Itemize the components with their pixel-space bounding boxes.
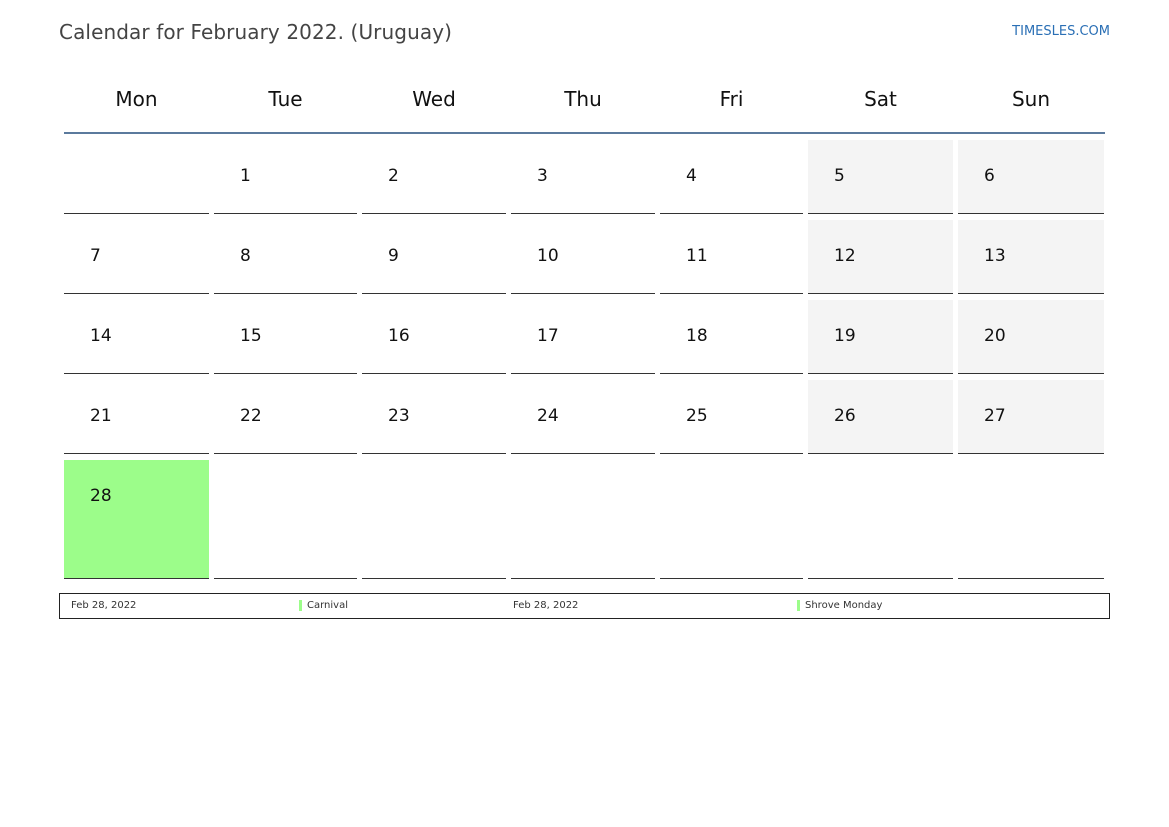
day-number: 5 xyxy=(834,166,845,186)
day-cell[interactable]: 18 xyxy=(660,300,803,374)
holiday-name: Carnival xyxy=(307,600,348,611)
day-cell[interactable]: 24 xyxy=(511,380,655,454)
day-cell-weekend[interactable]: 13 xyxy=(958,220,1104,294)
day-cell[interactable]: 23 xyxy=(362,380,506,454)
day-number: 18 xyxy=(686,326,708,346)
day-cell[interactable]: 15 xyxy=(214,300,357,374)
day-number: 4 xyxy=(686,166,697,186)
day-cell-weekend[interactable]: 5 xyxy=(808,140,953,214)
day-number: 7 xyxy=(90,246,101,266)
day-cell-empty xyxy=(362,460,506,579)
week-row: 14 15 16 17 18 19 20 xyxy=(64,300,1105,374)
day-number: 27 xyxy=(984,406,1006,426)
weekday-mon: Mon xyxy=(115,87,158,111)
day-cell[interactable]: 1 xyxy=(214,140,357,214)
week-row: 1 2 3 4 5 6 xyxy=(64,140,1105,214)
holiday-name: Shrove Monday xyxy=(805,600,883,611)
day-cell-weekend[interactable]: 6 xyxy=(958,140,1104,214)
day-cell-holiday[interactable]: 28 xyxy=(64,460,209,579)
day-cell[interactable]: 21 xyxy=(64,380,209,454)
day-number: 15 xyxy=(240,326,262,346)
holiday-date: Feb 28, 2022 xyxy=(513,600,579,611)
week-row: 21 22 23 24 25 26 27 xyxy=(64,380,1105,454)
page-title: Calendar for February 2022. (Uruguay) xyxy=(59,20,453,44)
day-cell[interactable]: 17 xyxy=(511,300,655,374)
day-number: 11 xyxy=(686,246,708,266)
day-number: 16 xyxy=(388,326,410,346)
day-number: 3 xyxy=(537,166,548,186)
day-number: 9 xyxy=(388,246,399,266)
day-number: 21 xyxy=(90,406,112,426)
day-number: 1 xyxy=(240,166,251,186)
day-cell[interactable]: 22 xyxy=(214,380,357,454)
week-row: 28 xyxy=(64,460,1105,579)
day-number: 26 xyxy=(834,406,856,426)
calendar-grid: Mon Tue Wed Thu Fri Sat Sun 1 2 3 4 5 6 … xyxy=(64,80,1105,579)
week-row: 7 8 9 10 11 12 13 xyxy=(64,220,1105,294)
day-number: 17 xyxy=(537,326,559,346)
day-cell-empty xyxy=(660,460,803,579)
weekday-thu: Thu xyxy=(564,87,602,111)
day-number: 24 xyxy=(537,406,559,426)
day-cell[interactable]: 4 xyxy=(660,140,803,214)
day-cell-empty xyxy=(511,460,655,579)
day-cell[interactable]: 8 xyxy=(214,220,357,294)
day-cell-weekend[interactable]: 12 xyxy=(808,220,953,294)
day-cell-empty xyxy=(808,460,953,579)
day-cell-weekend[interactable]: 27 xyxy=(958,380,1104,454)
day-number: 19 xyxy=(834,326,856,346)
day-number: 28 xyxy=(90,486,112,506)
day-cell-weekend[interactable]: 20 xyxy=(958,300,1104,374)
day-cell[interactable]: 7 xyxy=(64,220,209,294)
day-cell-weekend[interactable]: 26 xyxy=(808,380,953,454)
site-link[interactable]: TIMESLES.COM xyxy=(1012,24,1110,39)
weekday-fri: Fri xyxy=(719,87,744,111)
holiday-color-marker xyxy=(797,600,800,611)
weekday-sun: Sun xyxy=(1011,87,1051,111)
day-number: 8 xyxy=(240,246,251,266)
day-cell[interactable]: 11 xyxy=(660,220,803,294)
day-number: 13 xyxy=(984,246,1006,266)
day-number: 25 xyxy=(686,406,708,426)
day-cell[interactable]: 25 xyxy=(660,380,803,454)
weekday-header: Mon Tue Wed Thu Fri Sat Sun xyxy=(64,80,1105,134)
day-cell[interactable]: 10 xyxy=(511,220,655,294)
weekday-sat: Sat xyxy=(864,87,897,111)
day-cell-empty xyxy=(214,460,357,579)
day-cell[interactable]: 3 xyxy=(511,140,655,214)
day-cell[interactable]: 9 xyxy=(362,220,506,294)
day-number: 20 xyxy=(984,326,1006,346)
day-number: 12 xyxy=(834,246,856,266)
day-cell-empty xyxy=(64,140,209,214)
holiday-legend: Feb 28, 2022 Carnival Feb 28, 2022 Shrov… xyxy=(59,593,1110,619)
holiday-color-marker xyxy=(299,600,302,611)
day-number: 2 xyxy=(388,166,399,186)
day-cell[interactable]: 14 xyxy=(64,300,209,374)
weekday-wed: Wed xyxy=(412,87,456,111)
day-cell[interactable]: 2 xyxy=(362,140,506,214)
day-cell-empty xyxy=(958,460,1104,579)
day-number: 14 xyxy=(90,326,112,346)
holiday-date: Feb 28, 2022 xyxy=(71,600,137,611)
day-cell-weekend[interactable]: 19 xyxy=(808,300,953,374)
day-number: 6 xyxy=(984,166,995,186)
day-number: 23 xyxy=(388,406,410,426)
day-cell[interactable]: 16 xyxy=(362,300,506,374)
day-number: 10 xyxy=(537,246,559,266)
day-number: 22 xyxy=(240,406,262,426)
weekday-tue: Tue xyxy=(268,87,303,111)
